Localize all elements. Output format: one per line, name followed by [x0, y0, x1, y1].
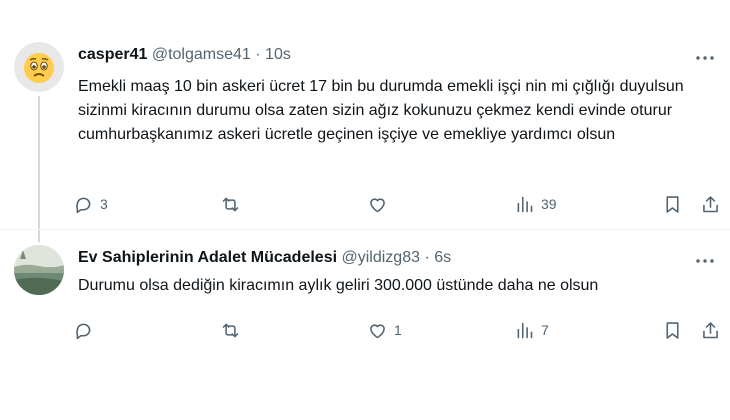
author-handle[interactable]: @yildizg83: [342, 249, 421, 266]
share-button[interactable]: [700, 192, 721, 216]
bookmark-icon: [666, 321, 679, 339]
retweet-icon: [222, 197, 239, 211]
bookmark-icon: [666, 195, 679, 213]
tweet-text: Durumu olsa dediğin kiracımın aylık geli…: [78, 277, 599, 294]
like-button[interactable]: 1: [367, 318, 402, 342]
retweet-button[interactable]: [220, 192, 247, 216]
views-icon: [517, 196, 533, 212]
timestamp[interactable]: 6s: [434, 249, 451, 266]
tweet-1[interactable]: casper41 @tolgamse41 · 10s Emekli maaş 1…: [0, 0, 730, 242]
author-handle[interactable]: @tolgamse41: [152, 46, 251, 63]
share-button[interactable]: [700, 318, 721, 342]
separator-dot: ·: [255, 46, 261, 63]
author-name[interactable]: casper41: [78, 46, 147, 63]
reply-icon: [76, 323, 91, 339]
view-count: 39: [541, 196, 557, 212]
more-icon[interactable]: [694, 51, 716, 65]
retweet-icon: [222, 323, 239, 337]
retweet-button[interactable]: [220, 318, 247, 342]
bookmark-button[interactable]: [662, 318, 683, 342]
like-icon: [370, 197, 385, 212]
sea-landscape-avatar-icon: [14, 245, 64, 295]
tweet-2[interactable]: Ev Sahiplerinin Adalet Mücadelesi @yildi…: [0, 230, 730, 420]
avatar[interactable]: [14, 245, 64, 295]
views-button[interactable]: 39: [514, 192, 557, 216]
reply-button[interactable]: 3: [73, 192, 108, 216]
like-button[interactable]: [367, 192, 394, 216]
share-icon: [703, 321, 718, 338]
thread-line: [38, 96, 40, 242]
worried-face-avatar-icon: [14, 42, 64, 92]
views-icon: [517, 322, 533, 338]
separator-dot: ·: [424, 249, 430, 266]
avatar[interactable]: [14, 42, 64, 92]
reply-count: 3: [100, 196, 108, 212]
more-icon[interactable]: [694, 254, 716, 268]
view-count: 7: [541, 322, 549, 338]
share-icon: [703, 195, 718, 212]
bookmark-button[interactable]: [662, 192, 683, 216]
tweet-text: Emekli maaş 10 bin askeri ücret 17 bin b…: [78, 78, 684, 143]
like-icon: [370, 323, 385, 338]
like-count: 1: [394, 322, 402, 338]
reply-button[interactable]: [73, 318, 100, 342]
reply-icon: [76, 197, 91, 213]
timestamp[interactable]: 10s: [265, 46, 291, 63]
author-name[interactable]: Ev Sahiplerinin Adalet Mücadelesi: [78, 249, 337, 266]
views-button[interactable]: 7: [514, 318, 549, 342]
